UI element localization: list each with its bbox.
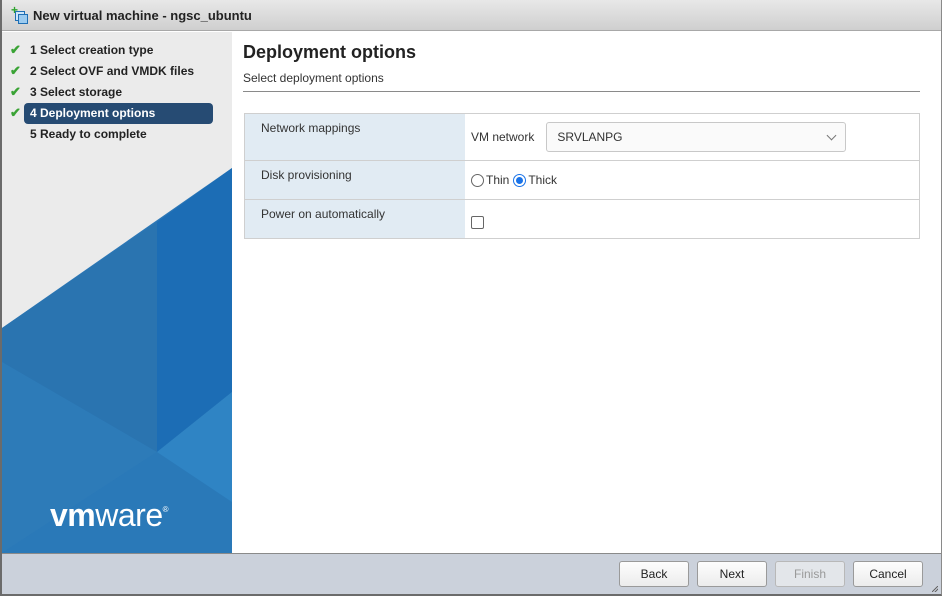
step-label: 1 Select creation type bbox=[30, 43, 154, 57]
wizard-step-2[interactable]: ✔ 2 Select OVF and VMDK files bbox=[2, 61, 232, 82]
thick-radio-label[interactable]: Thick bbox=[528, 173, 557, 187]
logo-ware: ware bbox=[95, 497, 163, 533]
new-vm-icon: + bbox=[11, 4, 29, 24]
step-label: 4 Deployment options bbox=[24, 103, 213, 124]
vm-network-select[interactable]: SRVLANPG bbox=[546, 122, 847, 152]
step-label: 5 Ready to complete bbox=[30, 127, 147, 141]
title-bar: + New virtual machine - ngsc_ubuntu bbox=[2, 0, 941, 31]
step-label: 2 Select OVF and VMDK files bbox=[30, 64, 195, 78]
page-subtitle: Select deployment options bbox=[243, 71, 384, 85]
wizard-footer: Back Next Finish Cancel bbox=[2, 553, 941, 594]
power-on-label: Power on automatically bbox=[245, 200, 465, 238]
power-on-checkbox[interactable] bbox=[471, 215, 484, 229]
next-button[interactable]: Next bbox=[697, 561, 767, 587]
back-button[interactable]: Back bbox=[619, 561, 689, 587]
wizard-sidebar: ✔ 1 Select creation type ✔ 2 Select OVF … bbox=[2, 32, 232, 553]
thick-radio[interactable] bbox=[513, 173, 527, 187]
checkmark-icon: ✔ bbox=[10, 63, 21, 78]
thin-radio-label[interactable]: Thin bbox=[486, 173, 509, 187]
vm-network-selected-value: SRVLANPG bbox=[557, 130, 623, 144]
vmware-logo: vmware® bbox=[50, 497, 169, 534]
resize-grip-icon[interactable] bbox=[932, 586, 938, 592]
checkmark-icon: ✔ bbox=[10, 42, 21, 57]
deployment-options-table: Network mappings VM network SRVLANPG Dis… bbox=[244, 113, 920, 239]
finish-button: Finish bbox=[775, 561, 845, 587]
network-mappings-label: Network mappings bbox=[245, 114, 465, 160]
wizard-step-5[interactable]: 5 Ready to complete bbox=[2, 124, 232, 145]
window-title: New virtual machine - ngsc_ubuntu bbox=[33, 7, 252, 23]
vm-network-label: VM network bbox=[471, 130, 535, 144]
wizard-step-3[interactable]: ✔ 3 Select storage bbox=[2, 82, 232, 103]
cancel-button[interactable]: Cancel bbox=[853, 561, 923, 587]
chevron-down-icon bbox=[826, 130, 837, 140]
wizard-window: + New virtual machine - ngsc_ubuntu ✔ 1 … bbox=[0, 0, 942, 596]
wizard-step-4[interactable]: ✔ 4 Deployment options bbox=[2, 103, 232, 124]
wizard-step-1[interactable]: ✔ 1 Select creation type bbox=[2, 40, 232, 61]
network-mappings-row: Network mappings VM network SRVLANPG bbox=[245, 114, 919, 161]
power-on-row: Power on automatically bbox=[245, 200, 919, 238]
page-title: Deployment options bbox=[243, 42, 417, 62]
disk-provisioning-label: Disk provisioning bbox=[245, 161, 465, 199]
header-divider bbox=[243, 91, 920, 92]
logo-vm: vm bbox=[50, 497, 96, 533]
step-label: 3 Select storage bbox=[30, 85, 123, 99]
wizard-steps: ✔ 1 Select creation type ✔ 2 Select OVF … bbox=[2, 32, 232, 145]
wizard-content: Deployment options Select deployment opt… bbox=[232, 32, 941, 553]
checkmark-icon: ✔ bbox=[10, 105, 21, 120]
disk-provisioning-row: Disk provisioning Thin Thick bbox=[245, 161, 919, 200]
logo-registered-mark: ® bbox=[162, 505, 169, 514]
thin-radio[interactable] bbox=[471, 173, 484, 187]
checkmark-icon: ✔ bbox=[10, 84, 21, 99]
